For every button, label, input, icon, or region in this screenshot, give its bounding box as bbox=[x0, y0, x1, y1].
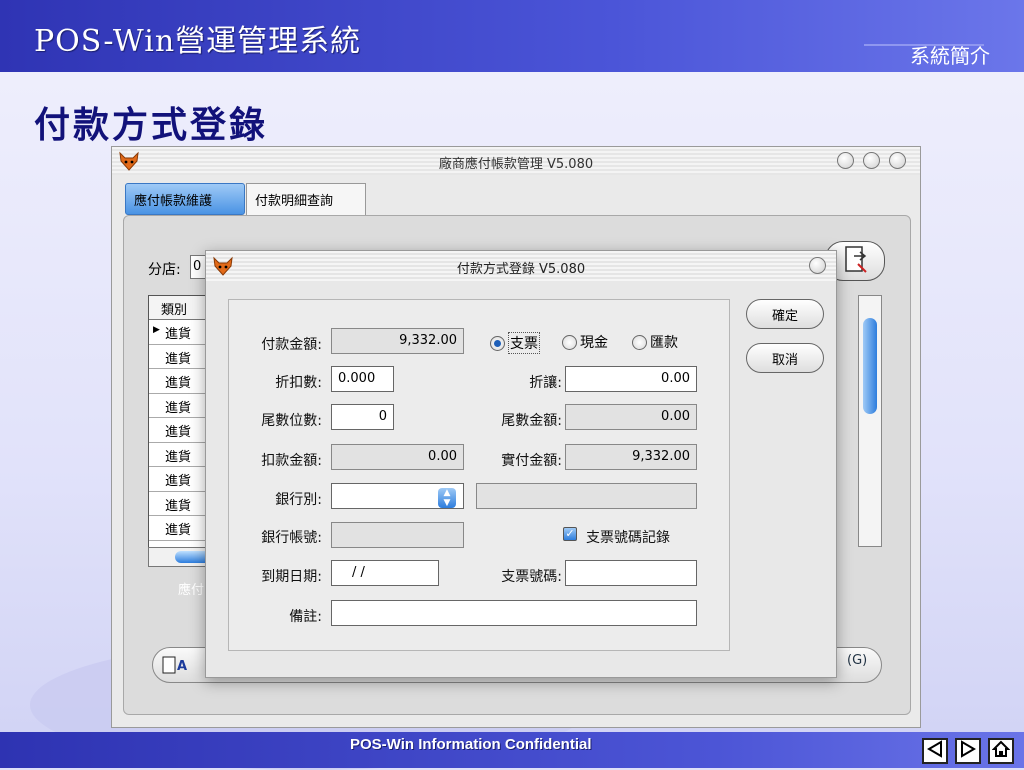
bank-label: 銀行別: bbox=[275, 492, 322, 508]
payment-amount-label: 付款金額: bbox=[261, 337, 322, 353]
dialog-close-button[interactable] bbox=[809, 257, 826, 274]
next-slide-button[interactable] bbox=[955, 738, 981, 764]
ap-faint-label: 應付 bbox=[178, 583, 205, 598]
payment-method-dialog: 付款方式登錄 V5.080 確定 取消 付款金額: 9,332.00 支票 現金… bbox=[205, 250, 837, 678]
method-check-radio[interactable]: 支票 bbox=[490, 332, 540, 354]
memo-label: 備註: bbox=[289, 609, 322, 625]
cancel-button[interactable]: 取消 bbox=[746, 343, 824, 373]
system-title: POS-Win營運管理系統 bbox=[34, 24, 362, 59]
check-number-field[interactable] bbox=[565, 560, 697, 586]
svg-text:A: A bbox=[177, 659, 187, 674]
deduction-label: 扣款金額: bbox=[261, 453, 322, 469]
check-record-checkbox[interactable]: ✓ bbox=[563, 527, 577, 541]
arrow-left-icon bbox=[926, 740, 944, 762]
bank-account-label: 銀行帳號: bbox=[261, 530, 322, 546]
due-date-field[interactable]: / / bbox=[331, 560, 439, 586]
prev-slide-button[interactable] bbox=[922, 738, 948, 764]
dialog-title: 付款方式登錄 V5.080 bbox=[456, 262, 586, 277]
allowance-label: 折讓: bbox=[529, 375, 562, 391]
due-date-label: 到期日期: bbox=[261, 569, 322, 585]
home-icon bbox=[991, 740, 1011, 762]
radio-unselected-icon bbox=[632, 334, 647, 350]
actual-paid-label: 實付金額: bbox=[501, 453, 562, 469]
home-slide-button[interactable] bbox=[988, 738, 1014, 764]
row-pointer-icon: ▶ bbox=[153, 325, 160, 335]
tab-ap-maintenance[interactable]: 應付帳款維護 bbox=[125, 183, 245, 215]
check-number-label: 支票號碼: bbox=[501, 569, 562, 585]
branch-label: 分店: bbox=[148, 262, 181, 278]
g-button[interactable]: (G) bbox=[847, 653, 867, 668]
bank-select-stepper-icon[interactable]: ▲ ▼ bbox=[438, 488, 456, 508]
memo-field[interactable] bbox=[331, 600, 697, 626]
window-close-button[interactable] bbox=[889, 152, 906, 169]
allowance-field[interactable]: 0.00 bbox=[565, 366, 697, 392]
radio-selected-icon bbox=[490, 335, 505, 351]
tab-payment-detail-query[interactable]: 付款明細查詢 bbox=[246, 183, 366, 215]
new-document-icon[interactable]: A bbox=[161, 655, 195, 679]
window-titlebar[interactable]: 廠商應付帳款管理 V5.080 bbox=[112, 147, 920, 175]
window-title: 廠商應付帳款管理 V5.080 bbox=[438, 157, 594, 172]
section-title: 系統簡介 bbox=[910, 44, 990, 68]
arrow-right-icon bbox=[959, 740, 977, 762]
footer-text: POS-Win Information Confidential bbox=[350, 736, 592, 753]
page-title: 付款方式登錄 bbox=[34, 104, 269, 146]
tail-digits-field[interactable]: 0 bbox=[331, 404, 394, 430]
method-cash-radio[interactable]: 現金 bbox=[562, 332, 608, 352]
window-minimize-button[interactable] bbox=[837, 152, 854, 169]
tail-amount-field: 0.00 bbox=[565, 404, 697, 430]
scroll-thumb[interactable] bbox=[863, 318, 877, 414]
deduction-field: 0.00 bbox=[331, 444, 464, 470]
check-record-label: 支票號碼記錄 bbox=[586, 530, 670, 546]
radio-unselected-icon bbox=[562, 334, 577, 350]
bank-name-field bbox=[476, 483, 697, 509]
method-transfer-radio[interactable]: 匯款 bbox=[632, 332, 678, 352]
exit-door-icon bbox=[840, 244, 870, 278]
tail-amount-label: 尾數金額: bbox=[501, 413, 562, 429]
actual-paid-field: 9,332.00 bbox=[565, 444, 697, 470]
confirm-button[interactable]: 確定 bbox=[746, 299, 824, 329]
discount-rate-label: 折扣數: bbox=[275, 375, 322, 391]
discount-rate-field[interactable]: 0.000 bbox=[331, 366, 394, 392]
payment-amount-field: 9,332.00 bbox=[331, 328, 464, 354]
bank-account-field bbox=[331, 522, 464, 548]
window-zoom-button[interactable] bbox=[863, 152, 880, 169]
tail-digits-label: 尾數位數: bbox=[261, 413, 322, 429]
dialog-titlebar[interactable]: 付款方式登錄 V5.080 bbox=[206, 251, 836, 281]
grid-vertical-scrollbar[interactable] bbox=[858, 295, 882, 547]
